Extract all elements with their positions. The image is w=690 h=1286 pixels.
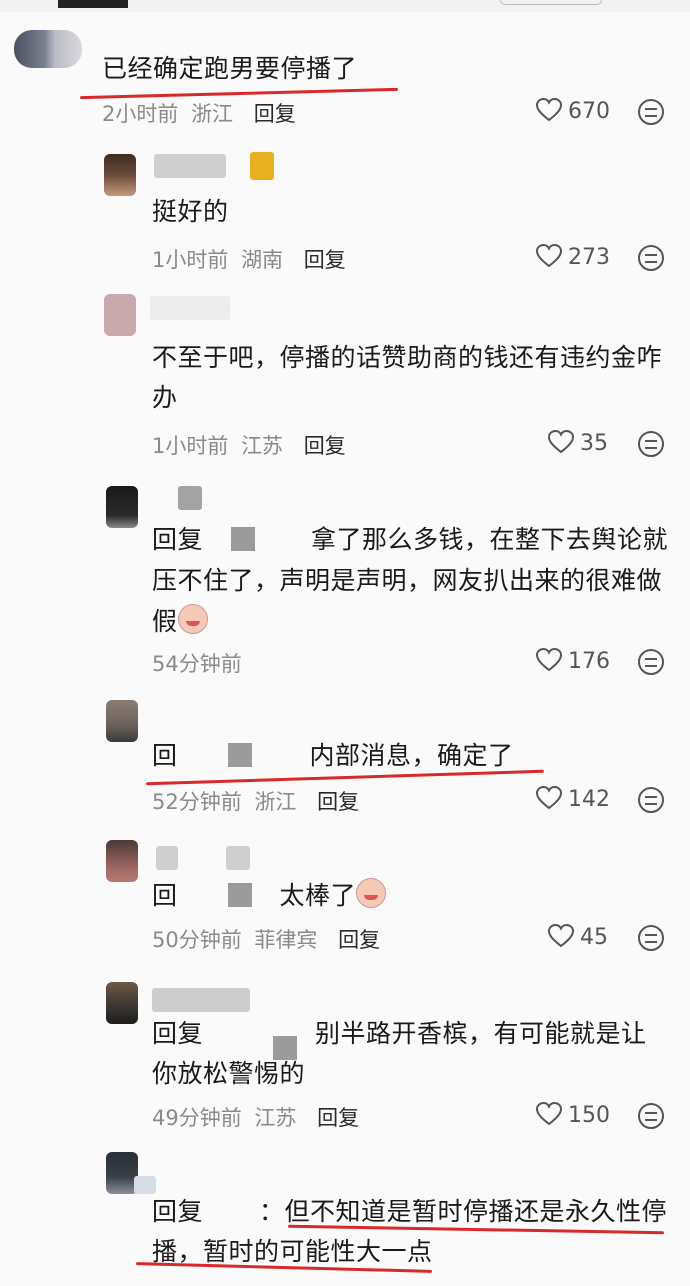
- heart-icon: [548, 430, 574, 454]
- heart-icon: [536, 786, 562, 810]
- comment-meta: 54分钟前: [152, 648, 242, 678]
- comment-meta: 2小时前 浙江 回复: [102, 98, 296, 128]
- mosaic-username: [231, 527, 256, 551]
- avatar[interactable]: [14, 30, 82, 68]
- comment-meta: 50分钟前 菲律宾 回复: [152, 924, 380, 954]
- like-count: 273: [568, 245, 610, 270]
- comment-time: 1小时前: [152, 248, 229, 272]
- comment-region: 湖南: [241, 248, 284, 272]
- neutral-face-icon[interactable]: [638, 925, 664, 951]
- avatar[interactable]: [106, 486, 138, 528]
- reply-button[interactable]: 回复: [338, 928, 380, 952]
- like-button[interactable]: 176: [536, 648, 610, 674]
- reply-prefix: 回: [152, 881, 178, 910]
- avatar[interactable]: [104, 154, 136, 196]
- comment-time: 2小时前: [102, 102, 179, 126]
- mosaic-username: [227, 883, 252, 907]
- username-blurred: [156, 846, 178, 870]
- avatar[interactable]: [104, 294, 136, 336]
- heart-icon: [548, 924, 574, 948]
- comment-text: 太棒了: [279, 881, 357, 910]
- comment-region: 浙江: [254, 790, 297, 814]
- comment-meta: 1小时前 湖南 回复: [152, 244, 346, 274]
- neutral-face-icon[interactable]: [638, 99, 664, 125]
- mosaic-username: [227, 743, 252, 767]
- comment-region: 江苏: [254, 1106, 297, 1130]
- neutral-face-icon[interactable]: [638, 649, 664, 675]
- avatar[interactable]: [106, 700, 138, 742]
- comment-text: 别半路开香槟，有可能就是让: [315, 1019, 647, 1048]
- comment-time: 49分钟前: [152, 1106, 242, 1130]
- neutral-face-icon[interactable]: [638, 245, 664, 271]
- comment-time: 52分钟前: [152, 790, 242, 814]
- comment-text-line: 假: [152, 600, 208, 643]
- username-blurred: [154, 154, 226, 178]
- username-blurred: [150, 296, 230, 320]
- heart-icon: [536, 244, 562, 268]
- comment-text-line: 回复 拿了那么多钱，在整下去舆论就: [152, 518, 668, 561]
- heart-icon: [536, 1102, 562, 1126]
- comment-text: ：但不知道是暂时停播还是永久性停: [259, 1197, 668, 1226]
- avatar[interactable]: [106, 840, 138, 882]
- reply-prefix: 回复: [152, 1019, 204, 1048]
- avatar-badge: [250, 152, 274, 180]
- comment-meta: 1小时前 江苏 回复: [152, 430, 346, 460]
- comment-region: 江苏: [241, 434, 284, 458]
- like-button[interactable]: 45: [548, 924, 608, 950]
- comment-text-line: 回 太棒了: [152, 874, 387, 917]
- comment-time: 54分钟前: [152, 652, 242, 676]
- emoji-icon: [356, 878, 387, 908]
- like-count: 142: [568, 787, 610, 812]
- avatar[interactable]: [106, 982, 138, 1024]
- comment-time: 1小时前: [152, 434, 229, 458]
- comment-text-line: 办: [152, 383, 178, 412]
- reply-prefix: 回复: [152, 1197, 204, 1226]
- comment-meta: 49分钟前 江苏 回复: [152, 1102, 359, 1132]
- reply-button[interactable]: 回复: [304, 248, 346, 272]
- comment-text-line: 回 内部消息，确定了: [152, 734, 514, 777]
- neutral-face-icon[interactable]: [638, 787, 664, 813]
- comment-text-line: 你放松警惕的: [152, 1059, 306, 1088]
- username-blurred: [152, 988, 250, 1012]
- username-blurred: [226, 846, 250, 870]
- like-button[interactable]: 670: [536, 98, 610, 124]
- top-header-fragment: [58, 0, 128, 8]
- reply-button[interactable]: 回复: [317, 790, 359, 814]
- comment-text: 挺好的: [152, 197, 229, 226]
- like-button[interactable]: 150: [536, 1102, 610, 1128]
- like-count: 35: [580, 431, 608, 456]
- reply-prefix: 回复: [152, 525, 204, 554]
- comment-text: 内部消息，确定了: [309, 741, 514, 770]
- like-count: 670: [568, 99, 610, 124]
- comment-text-line: 压不住了，声明是声明，网友扒出来的很难做: [152, 566, 663, 595]
- reply-button[interactable]: 回复: [254, 102, 296, 126]
- reply-button[interactable]: 回复: [317, 1106, 359, 1130]
- heart-icon: [536, 98, 562, 122]
- like-button[interactable]: 35: [548, 430, 608, 456]
- comment-time: 50分钟前: [152, 928, 242, 952]
- comment-text: 拿了那么多钱，在整下去舆论就: [311, 525, 669, 554]
- like-button[interactable]: 142: [536, 786, 610, 812]
- like-count: 150: [568, 1103, 610, 1128]
- heart-icon: [536, 648, 562, 672]
- reply-prefix: 回: [152, 741, 178, 770]
- comment-region: 菲律宾: [254, 928, 318, 952]
- like-count: 45: [580, 925, 608, 950]
- username-blurred: [178, 486, 202, 510]
- top-pill-fragment: [500, 0, 602, 5]
- like-count: 176: [568, 649, 610, 674]
- comment-text: 已经确定跑男要停播了: [102, 54, 358, 83]
- neutral-face-icon[interactable]: [638, 431, 664, 457]
- like-button[interactable]: 273: [536, 244, 610, 270]
- comment-text-line: 不至于吧，停播的话赞助商的钱还有违约金咋: [152, 343, 663, 372]
- top-strip: [0, 0, 690, 12]
- reply-button[interactable]: 回复: [304, 434, 346, 458]
- crying-emoji-icon: [177, 604, 208, 634]
- comment-meta: 52分钟前 浙江 回复: [152, 786, 359, 816]
- comment-region: 浙江: [191, 102, 234, 126]
- neutral-face-icon[interactable]: [638, 1103, 664, 1129]
